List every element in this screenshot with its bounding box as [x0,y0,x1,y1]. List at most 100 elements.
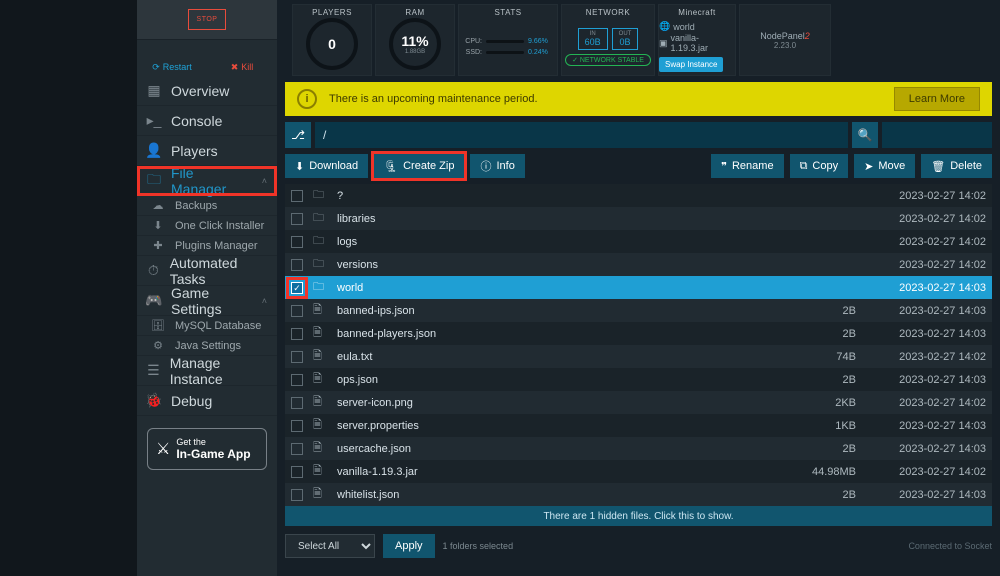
checkbox[interactable] [291,466,303,478]
nav-debug[interactable]: 🐞 Debug [137,386,277,416]
checkbox[interactable]: ✓ [291,282,303,294]
kill-button[interactable]: ✖ Kill [207,58,277,76]
checkbox[interactable] [291,328,303,340]
file-row[interactable]: 🗎banned-ips.json2B2023-02-27 14:03 [285,299,992,322]
file-name: ops.json [337,374,776,386]
file-size: 44.98MB [786,466,856,478]
file-row[interactable]: ✓🗀world2023-02-27 14:03 [285,276,992,299]
nav-java[interactable]: ⚙ Java Settings [137,336,277,356]
checkbox[interactable] [291,443,303,455]
checkbox[interactable] [291,374,303,386]
nav-manage-instance[interactable]: ☰ Manage Instance [137,356,277,386]
clock-icon: ⏱ [147,262,160,279]
file-date: 2023-02-27 14:03 [866,282,986,294]
learn-more-button[interactable]: Learn More [894,87,980,111]
in-game-app-button[interactable]: ⚔ Get theIn-Game App [147,428,267,470]
cloud-icon: ☁ [151,199,165,212]
copy-button[interactable]: ⧉Copy [790,154,849,178]
maintenance-banner: i There is an upcoming maintenance perio… [285,82,992,116]
info-icon: i [297,89,317,109]
search-input[interactable] [882,122,992,148]
move-button[interactable]: ➤Move [854,154,915,178]
file-size: 74B [786,351,856,363]
file-name: world [337,282,776,294]
checkbox[interactable] [291,236,303,248]
folder-icon: 🗀 [313,209,327,228]
refresh-icon: ⟳ [152,62,160,73]
file-row[interactable]: 🗎banned-players.json2B2023-02-27 14:03 [285,322,992,345]
select-all-dropdown[interactable]: Select All [285,534,375,558]
file-icon: 🗎 [313,324,327,343]
folder-icon: 🗀 [313,186,327,205]
search-button[interactable]: 🔍 [852,122,878,148]
apply-button[interactable]: Apply [383,534,435,558]
file-date: 2023-02-27 14:03 [866,374,986,386]
checkbox[interactable] [291,305,303,317]
file-row[interactable]: 🗎 server-icon.png 2KB 2023-02-27 14:02 [285,391,992,414]
file-row[interactable]: 🗀 libraries 2023-02-27 14:02 [285,207,992,230]
gear-icon: ⚙ [151,339,165,352]
checkbox[interactable] [291,489,303,501]
file-row[interactable]: 🗎ops.json2B2023-02-27 14:03 [285,368,992,391]
chevron-up-icon: ˄ [262,176,267,186]
nav-backups[interactable]: ☁ Backups [137,196,277,216]
info-button[interactable]: ⓘInfo [470,154,524,178]
restart-button[interactable]: ⟳ Restart [137,58,207,76]
hidden-files-bar[interactable]: There are 1 hidden files. Click this to … [285,506,992,526]
rename-button[interactable]: ❞Rename [711,154,784,178]
create-zip-button[interactable]: 🗜Create Zip [374,154,464,178]
file-icon: 🗎 [313,370,327,389]
folder-icon: 🗀 [147,169,161,193]
file-row[interactable]: 🗀logs2023-02-27 14:02 [285,230,992,253]
file-name: vanilla-1.19.3.jar [337,466,776,478]
nav-game-settings[interactable]: 🎮 Game Settings ˄ [137,286,277,316]
file-name: server-icon.png [337,397,776,409]
swap-instance-button[interactable]: Swap Instance [659,57,723,72]
file-row[interactable]: 🗎server.properties1KB2023-02-27 14:03 [285,414,992,437]
move-icon: ➤ [864,160,873,173]
download-button[interactable]: ⬇Download [285,154,368,178]
file-toolbar: ⬇Download 🗜Create Zip ⓘInfo ❞Rename ⧉Cop… [285,154,992,178]
file-name: libraries [337,213,776,225]
minecraft-panel: Minecraft 🌐world ▣vanilla-1.19.3.jar Swa… [658,4,736,76]
checkbox[interactable] [291,213,303,225]
checkbox[interactable] [291,259,303,271]
checkbox[interactable] [291,351,303,363]
file-name: banned-players.json [337,328,776,340]
file-icon: 🗎 [313,393,327,412]
file-row[interactable]: 🗎whitelist.json2B2023-02-27 14:03 [285,483,992,506]
archive-icon: 🗜 [384,160,398,173]
delete-button[interactable]: 🗑Delete [921,154,992,178]
nav-plugins[interactable]: ✚ Plugins Manager [137,236,277,256]
globe-icon: 🌐 [659,21,670,32]
gamepad-icon: 🎮 [147,292,161,309]
file-row[interactable]: 🗎eula.txt74B2023-02-27 14:02 [285,345,992,368]
file-date: 2023-02-27 14:02 [866,213,986,225]
quote-icon: ❞ [721,160,727,173]
file-row[interactable]: 🗎usercache.json2B2023-02-27 14:03 [285,437,992,460]
nav-overview[interactable]: ▦ Overview [137,76,277,106]
file-date: 2023-02-27 14:02 [866,236,986,248]
file-row[interactable]: 🗀?2023-02-27 14:02 [285,184,992,207]
file-date: 2023-02-27 14:02 [866,259,986,271]
checkbox[interactable] [291,190,303,202]
path-input[interactable] [315,122,848,148]
stats-panel: STATS CPU:9.66% SSD:0.24% [458,4,558,76]
nav-players[interactable]: 👤 Players [137,136,277,166]
file-row[interactable]: 🗎vanilla-1.19.3.jar44.98MB2023-02-27 14:… [285,460,992,483]
sliders-icon: ☰ [147,362,160,379]
nav-one-click[interactable]: ⬇ One Click Installer [137,216,277,236]
file-size: 2KB [786,397,856,409]
puzzle-icon: ✚ [151,239,165,252]
stop-button[interactable]: STOP [188,9,227,30]
nav-console[interactable]: ▸_ Console [137,106,277,136]
nav-automated[interactable]: ⏱ Automated Tasks [137,256,277,286]
app-icon: ⚔ [156,439,170,459]
checkbox[interactable] [291,397,303,409]
checkbox[interactable] [291,420,303,432]
nav-file-manager[interactable]: 🗀 File Manager ˄ [137,166,277,196]
nav-mysql[interactable]: 🗄 MySQL Database [137,316,277,336]
file-row[interactable]: 🗀versions2023-02-27 14:02 [285,253,992,276]
file-date: 2023-02-27 14:02 [866,397,986,409]
path-home-button[interactable]: ⎇ [285,122,311,148]
